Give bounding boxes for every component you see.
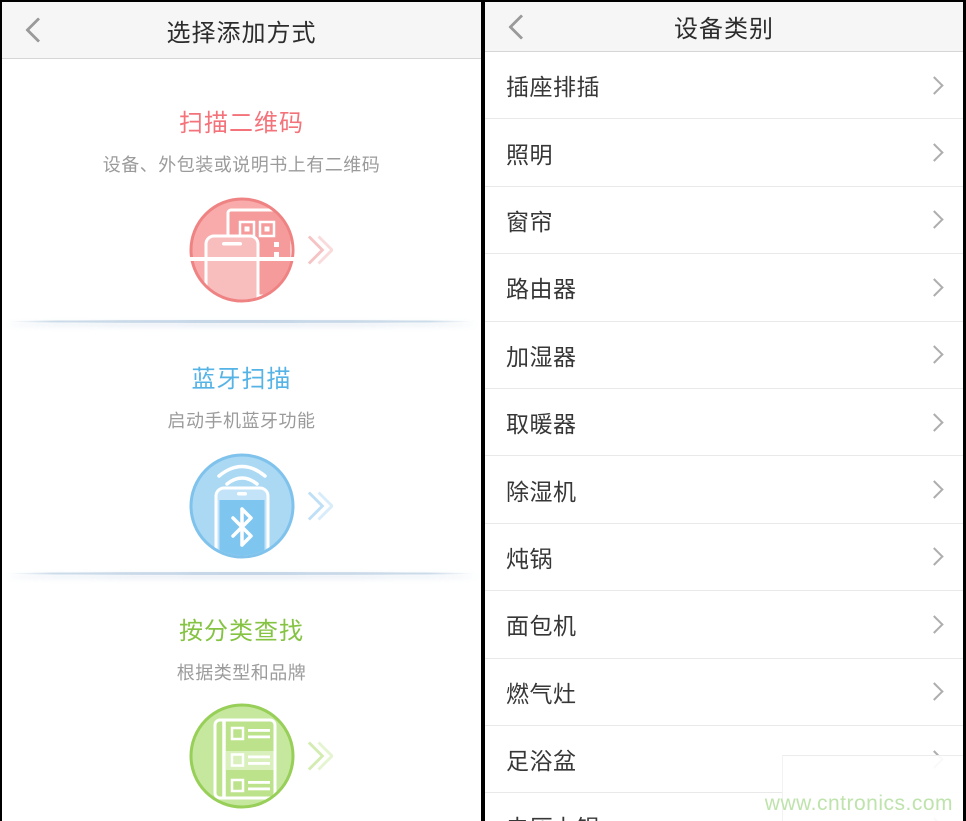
chevron-left-icon xyxy=(25,17,50,42)
device-category-label: 足浴盆 xyxy=(506,742,577,776)
device-category-label: 炖锅 xyxy=(506,540,553,574)
category-list-icon xyxy=(187,701,297,811)
watermark: www.cntronics.com xyxy=(782,755,963,821)
qr-scan-icon xyxy=(187,195,297,305)
device-category-row[interactable]: 炖锅 xyxy=(485,524,963,591)
device-category-label: 燃气灶 xyxy=(506,675,577,709)
chevron-right-icon xyxy=(925,548,943,566)
chevron-right-icon xyxy=(925,211,943,229)
device-category-label: 插座排插 xyxy=(506,68,600,102)
device-category-row[interactable]: 路由器 xyxy=(485,254,963,321)
method-subtitle: 设备、外包装或说明书上有二维码 xyxy=(2,151,481,177)
chevron-right-icon xyxy=(925,346,943,364)
device-category-row[interactable]: 插座排插 xyxy=(485,52,963,119)
double-chevron-right-icon xyxy=(306,230,333,270)
device-category-label: 窗帘 xyxy=(506,203,553,237)
method-title: 扫描二维码 xyxy=(2,103,481,138)
screen-choose-add-method: 选择添加方式 扫描二维码 设备、外包装或说明书上有二维码 xyxy=(2,2,481,821)
device-category-label: 取暖器 xyxy=(506,405,577,439)
method-title: 按分类查找 xyxy=(2,611,481,646)
device-category-label: 照明 xyxy=(506,136,553,170)
bluetooth-icon xyxy=(187,451,297,561)
chevron-right-icon xyxy=(925,413,943,431)
chevron-right-icon xyxy=(925,683,943,701)
device-category-label: 路由器 xyxy=(506,270,577,304)
device-category-row[interactable]: 加湿器 xyxy=(485,322,963,389)
chevron-left-icon xyxy=(508,14,533,39)
device-category-label: 面包机 xyxy=(506,607,577,641)
page-title: 选择添加方式 xyxy=(167,13,317,48)
method-icon-row xyxy=(187,195,297,305)
back-button[interactable] xyxy=(499,2,543,51)
method-bluetooth[interactable]: 蓝牙扫描 启动手机蓝牙功能 xyxy=(2,323,481,572)
device-category-row[interactable]: 照明 xyxy=(485,119,963,186)
method-subtitle: 启动手机蓝牙功能 xyxy=(2,407,481,433)
device-category-row[interactable]: 燃气灶 xyxy=(485,659,963,726)
device-category-row[interactable]: 取暖器 xyxy=(485,389,963,456)
chevron-right-icon xyxy=(925,278,943,296)
chevron-right-icon xyxy=(925,76,943,94)
method-title: 蓝牙扫描 xyxy=(2,359,481,394)
screenshot-canvas: 选择添加方式 扫描二维码 设备、外包装或说明书上有二维码 xyxy=(0,0,966,821)
method-category[interactable]: 按分类查找 根据类型和品牌 xyxy=(2,575,481,821)
double-chevron-right-icon xyxy=(306,736,333,776)
device-category-list: 插座排插 照明 窗帘 路由器 加湿器 取暖器 xyxy=(485,52,963,821)
chevron-right-icon xyxy=(925,143,943,161)
method-icon-row xyxy=(187,701,297,811)
watermark-text: www.cntronics.com xyxy=(765,792,953,816)
device-category-row[interactable]: 面包机 xyxy=(485,591,963,658)
device-category-label: 加湿器 xyxy=(506,338,577,372)
device-category-label: 除湿机 xyxy=(506,473,577,507)
device-category-row[interactable]: 窗帘 xyxy=(485,187,963,254)
device-category-row[interactable]: 除湿机 xyxy=(485,456,963,523)
method-qr-scan[interactable]: 扫描二维码 设备、外包装或说明书上有二维码 xyxy=(2,59,481,320)
method-icon-row xyxy=(187,451,297,561)
left-header: 选择添加方式 xyxy=(2,2,481,59)
screen-device-category: 设备类别 插座排插 照明 窗帘 路由器 加湿器 xyxy=(485,2,963,821)
page-title: 设备类别 xyxy=(674,9,774,44)
double-chevron-right-icon xyxy=(306,486,333,526)
back-button[interactable] xyxy=(16,2,60,58)
right-header: 设备类别 xyxy=(485,2,963,52)
chevron-right-icon xyxy=(925,615,943,633)
device-category-label: 电压力锅 xyxy=(506,809,600,821)
chevron-right-icon xyxy=(925,480,943,498)
method-subtitle: 根据类型和品牌 xyxy=(2,659,481,685)
